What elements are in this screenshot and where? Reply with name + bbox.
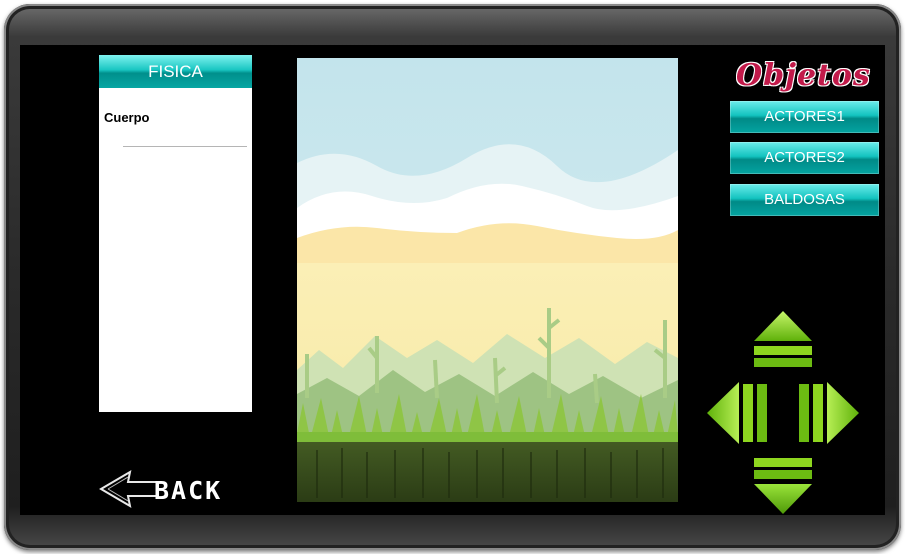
panel-divider (123, 146, 247, 147)
back-arrow-icon: BACK (99, 470, 222, 508)
back-button[interactable]: BACK (98, 466, 253, 512)
cuerpo-item[interactable]: Cuerpo (104, 110, 150, 125)
game-scene[interactable] (297, 58, 678, 502)
actores2-button[interactable]: ACTORES2 (730, 142, 879, 174)
arrow-down-icon (754, 458, 812, 514)
dpad-right-button[interactable] (796, 380, 859, 446)
actores1-button[interactable]: ACTORES1 (730, 101, 879, 133)
fisica-header[interactable]: FISICA (99, 55, 252, 88)
back-label: BACK (154, 476, 222, 505)
arrow-left-icon (707, 382, 767, 444)
arrow-up-icon (754, 311, 812, 367)
fisica-panel: Cuerpo (99, 88, 252, 412)
dirt-ground (297, 442, 678, 502)
baldosas-button[interactable]: BALDOSAS (730, 184, 879, 216)
objetos-title: Objetos (736, 58, 871, 93)
scene-background (297, 58, 678, 502)
arrow-right-icon (799, 382, 859, 444)
dpad-up-button[interactable] (752, 311, 814, 369)
dpad-left-button[interactable] (707, 380, 770, 446)
dpad-down-button[interactable] (752, 456, 814, 514)
